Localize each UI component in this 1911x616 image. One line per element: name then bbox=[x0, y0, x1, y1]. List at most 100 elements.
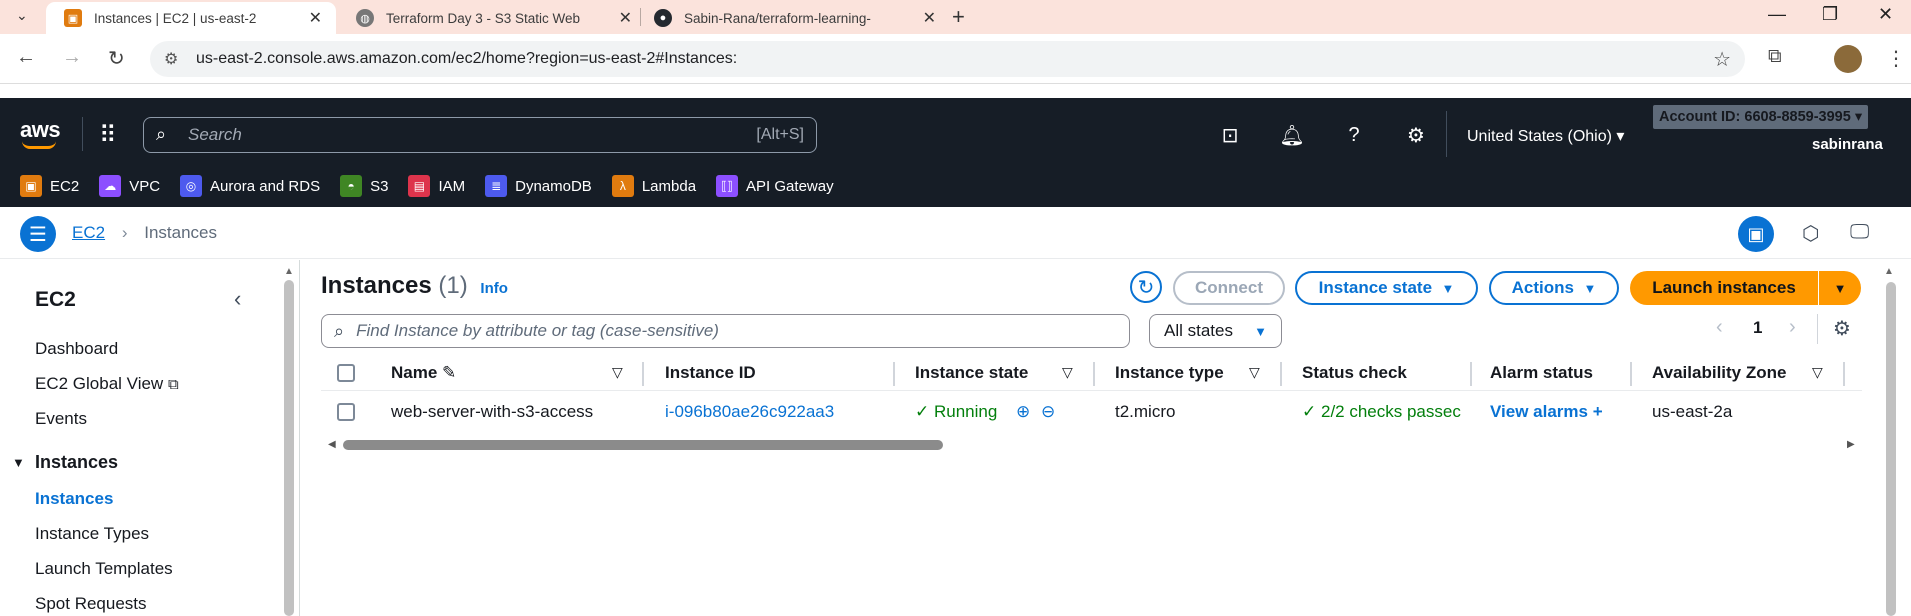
settings-gear-icon[interactable]: ⚙ bbox=[1404, 123, 1428, 147]
page-scrollbar[interactable] bbox=[1886, 282, 1896, 616]
tab-list-chevron-icon[interactable]: ⌄ bbox=[16, 7, 28, 24]
sidebar-item-instance-types[interactable]: Instance Types bbox=[35, 524, 149, 544]
instance-state-button[interactable]: Instance state ▼ bbox=[1295, 271, 1478, 305]
sidebar-item-dashboard[interactable]: Dashboard bbox=[35, 339, 118, 359]
new-tab-icon[interactable]: + bbox=[952, 4, 965, 30]
tools-panel-icon[interactable]: ▣ bbox=[1738, 216, 1774, 252]
sidebar-item-launch-templates[interactable]: Launch Templates bbox=[35, 559, 173, 579]
next-page-icon[interactable]: › bbox=[1789, 316, 1796, 339]
sidebar-section-instances[interactable]: Instances bbox=[35, 452, 118, 473]
bookmark-star-icon[interactable]: ☆ bbox=[1713, 47, 1731, 72]
column-separator[interactable] bbox=[1470, 362, 1472, 386]
close-tab-icon[interactable]: ✕ bbox=[923, 8, 936, 28]
reload-icon[interactable]: ↻ bbox=[108, 46, 125, 71]
actions-button[interactable]: Actions ▼ bbox=[1489, 271, 1619, 305]
filter-input[interactable]: ⌕ Find Instance by attribute or tag (cas… bbox=[321, 314, 1130, 348]
site-info-icon[interactable]: ⚙ bbox=[164, 49, 178, 69]
cloudshell-icon[interactable]: ⊡ bbox=[1218, 123, 1242, 147]
minimize-icon[interactable]: — bbox=[1768, 4, 1786, 25]
column-header-status-check[interactable]: Status check bbox=[1302, 363, 1407, 383]
select-all-checkbox[interactable] bbox=[337, 364, 355, 382]
column-header-availability-zone[interactable]: Availability Zone bbox=[1652, 363, 1786, 383]
column-header-name[interactable]: Name ✎ bbox=[391, 363, 456, 383]
scroll-up-arrow-icon[interactable]: ▲ bbox=[284, 266, 294, 277]
browser-menu-icon[interactable]: ⋮ bbox=[1886, 46, 1906, 71]
zoom-in-icon[interactable]: ⊕ bbox=[1016, 402, 1030, 421]
close-tab-icon[interactable]: ✕ bbox=[309, 8, 322, 28]
column-separator[interactable] bbox=[1843, 362, 1845, 386]
feedback-icon[interactable]: ⬡ bbox=[1802, 221, 1819, 246]
launch-instances-button[interactable]: Launch instances bbox=[1630, 271, 1818, 305]
prev-page-icon[interactable]: ‹ bbox=[1716, 316, 1723, 339]
favorite-dynamodb[interactable]: ≣ DynamoDB bbox=[485, 175, 592, 197]
page-number[interactable]: 1 bbox=[1753, 318, 1762, 338]
url-text[interactable]: us-east-2.console.aws.amazon.com/ec2/hom… bbox=[196, 50, 737, 68]
info-link[interactable]: Info bbox=[480, 280, 508, 297]
favorite-s3[interactable]: ◓ S3 bbox=[340, 175, 388, 197]
sort-caret-icon[interactable]: ▽ bbox=[612, 364, 623, 381]
user-menu[interactable]: sabinrana bbox=[1812, 136, 1883, 153]
sidebar-item-events[interactable]: Events bbox=[35, 409, 87, 429]
favorite-rds[interactable]: ◎ Aurora and RDS bbox=[180, 175, 320, 197]
scroll-left-arrow-icon[interactable]: ◀ bbox=[328, 439, 336, 450]
sidebar-item-instances[interactable]: Instances bbox=[35, 489, 113, 509]
column-separator[interactable] bbox=[1280, 362, 1282, 386]
iam-icon: ▤ bbox=[408, 175, 431, 197]
column-header-instance-state[interactable]: Instance state bbox=[915, 363, 1028, 383]
sidebar-item-global-view[interactable]: EC2 Global View ⧉ bbox=[35, 374, 179, 394]
region-selector[interactable]: United States (Ohio) ▾ bbox=[1467, 126, 1624, 146]
aws-logo[interactable]: aws bbox=[20, 117, 61, 143]
breadcrumb-ec2[interactable]: EC2 bbox=[72, 223, 105, 242]
launch-dropdown-caret-icon[interactable]: ▼ bbox=[1819, 271, 1861, 305]
omnibox[interactable]: ⚙ us-east-2.console.aws.amazon.com/ec2/h… bbox=[150, 41, 1745, 77]
back-icon[interactable]: ← bbox=[16, 46, 36, 69]
restore-icon[interactable]: ❐ bbox=[1822, 4, 1838, 25]
row-checkbox[interactable] bbox=[337, 403, 355, 421]
tab-terraform-day3[interactable]: ◍ Terraform Day 3 - S3 Static Web ✕ bbox=[350, 2, 640, 34]
forward-icon[interactable]: → bbox=[62, 46, 82, 69]
column-header-instance-id[interactable]: Instance ID bbox=[665, 363, 756, 383]
tab-instances[interactable]: ▣ Instances | EC2 | us-east-2 ✕ bbox=[46, 2, 336, 34]
column-separator[interactable] bbox=[1630, 362, 1632, 386]
column-separator[interactable] bbox=[642, 362, 644, 386]
scroll-right-arrow-icon[interactable]: ▶ bbox=[1847, 439, 1855, 450]
close-tab-icon[interactable]: ✕ bbox=[619, 8, 632, 28]
services-grid-icon[interactable]: ⠿ bbox=[99, 121, 117, 150]
caret-down-icon[interactable]: ▼ bbox=[12, 455, 25, 470]
refresh-icon[interactable]: ↻ bbox=[1130, 271, 1162, 303]
favorite-ec2[interactable]: ▣ EC2 bbox=[20, 175, 79, 197]
horizontal-scrollbar-thumb[interactable] bbox=[343, 440, 943, 450]
screen-share-icon[interactable]: 🖵︎ bbox=[1850, 221, 1869, 244]
sort-caret-icon[interactable]: ▽ bbox=[1249, 364, 1260, 381]
browser-tab-bar: ⌄ ▣ Instances | EC2 | us-east-2 ✕ ◍ Terr… bbox=[0, 0, 1911, 34]
column-header-instance-type[interactable]: Instance type bbox=[1115, 363, 1224, 383]
favorite-api-gateway[interactable]: ⟦⟧ API Gateway bbox=[716, 175, 834, 197]
cell-instance-id-link[interactable]: i-096b80ae26c922aa3 bbox=[665, 402, 834, 422]
column-separator[interactable] bbox=[893, 362, 895, 386]
profile-avatar[interactable] bbox=[1834, 45, 1862, 73]
states-select[interactable]: All states ▼ bbox=[1149, 314, 1282, 348]
sort-caret-icon[interactable]: ▽ bbox=[1812, 364, 1823, 381]
tab-github[interactable]: ● Sabin-Rana/terraform-learning- ✕ bbox=[654, 2, 944, 34]
view-alarms-link[interactable]: View alarms + bbox=[1490, 402, 1603, 422]
sidebar-scrollbar[interactable] bbox=[284, 280, 294, 616]
close-window-icon[interactable]: ✕ bbox=[1878, 4, 1893, 25]
account-id-badge[interactable]: Account ID: 6608-8859-3995 ▾ bbox=[1653, 105, 1869, 129]
navigation-menu-icon[interactable]: ☰ bbox=[20, 216, 56, 252]
favorite-lambda[interactable]: λ Lambda bbox=[611, 175, 696, 197]
favorite-vpc[interactable]: ☁ VPC bbox=[99, 175, 160, 197]
notifications-bell-icon[interactable]: 🔔︎ bbox=[1279, 123, 1304, 147]
collapse-sidebar-icon[interactable]: ‹ bbox=[234, 286, 241, 312]
search-input[interactable]: ⌕ Search [Alt+S] bbox=[143, 117, 817, 153]
scroll-up-arrow-icon[interactable]: ▲ bbox=[1884, 266, 1894, 277]
column-separator[interactable] bbox=[1093, 362, 1095, 386]
zoom-out-icon[interactable]: ⊖ bbox=[1041, 402, 1055, 421]
column-header-alarm-status[interactable]: Alarm status bbox=[1490, 363, 1593, 383]
table-settings-gear-icon[interactable]: ⚙ bbox=[1833, 316, 1851, 341]
help-icon[interactable]: ? bbox=[1342, 123, 1366, 147]
connect-button[interactable]: Connect bbox=[1173, 271, 1285, 305]
sort-caret-icon[interactable]: ▽ bbox=[1062, 364, 1073, 381]
favorite-iam[interactable]: ▤ IAM bbox=[408, 175, 465, 197]
extensions-icon[interactable]: ⧉ bbox=[1768, 46, 1782, 68]
sidebar-item-spot-requests[interactable]: Spot Requests bbox=[35, 594, 147, 614]
